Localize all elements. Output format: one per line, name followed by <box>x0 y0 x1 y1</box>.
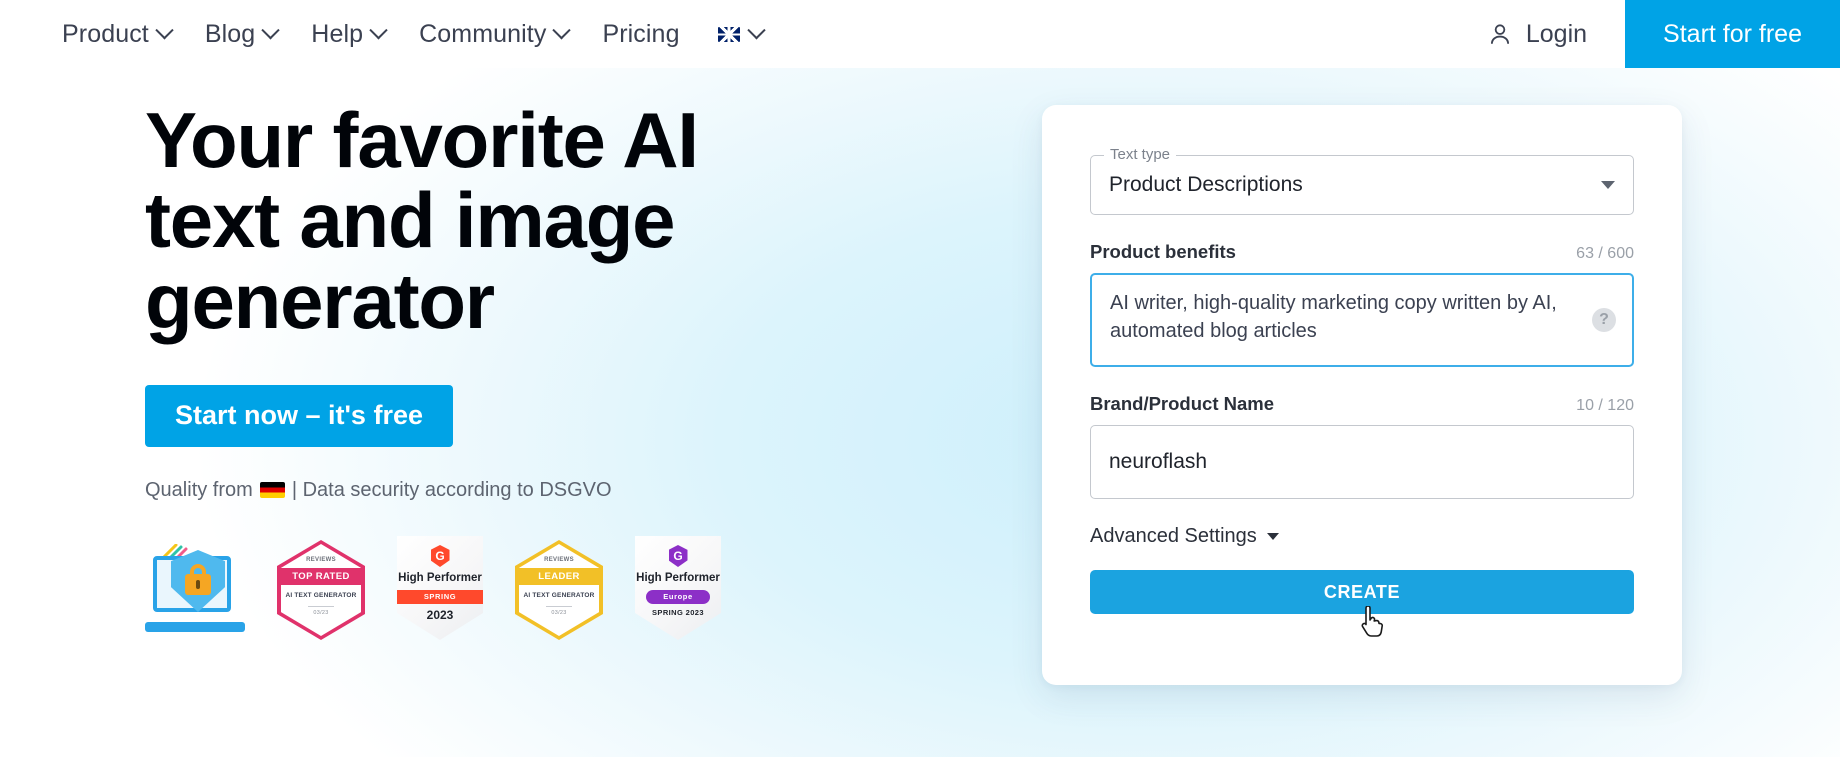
text-type-value: Product Descriptions <box>1109 173 1303 196</box>
nav-item-community[interactable]: Community <box>419 19 572 48</box>
laptop-base <box>145 621 245 632</box>
security-laptop-lock-badge <box>145 540 245 640</box>
badge-strip-label: SPRING <box>397 589 483 604</box>
quality-suffix: | Data security according to DSGVO <box>291 478 612 501</box>
quality-statement: Quality from | Data security according t… <box>145 479 845 502</box>
caret-down-icon <box>1601 181 1615 189</box>
nav-item-help[interactable]: Help <box>311 19 388 48</box>
brand-name-input[interactable]: neuroflash <box>1090 425 1634 499</box>
badge-crown-label: REVIEWS <box>306 556 336 563</box>
login-button[interactable]: Login <box>1487 20 1587 49</box>
chevron-down-icon <box>369 20 388 39</box>
chevron-down-icon <box>552 20 572 39</box>
laptop-shield-lock-icon <box>145 540 245 640</box>
text-type-legend: Text type <box>1104 146 1177 163</box>
g2-high-performer-spring-2023-badge: G High Performer SPRING 2023 <box>397 535 483 640</box>
advanced-settings-toggle[interactable]: Advanced Settings <box>1090 525 1279 548</box>
shield-badge: G High Performer SPRING 2023 <box>397 535 483 640</box>
brand-name-value: neuroflash <box>1109 450 1208 473</box>
nav-item-label: Blog <box>204 19 256 48</box>
nav-item-blog[interactable]: Blog <box>204 19 280 48</box>
product-benefits-input[interactable]: AI writer, high-quality marketing copy w… <box>1090 273 1634 367</box>
divider <box>546 606 572 608</box>
nav-item-label: Pricing <box>602 19 680 48</box>
chevron-down-icon <box>261 20 280 39</box>
hexagon-badge: REVIEWS LEADER AI TEXT GENERATOR 03/23 <box>515 539 603 640</box>
nav-item-label: Community <box>419 19 547 48</box>
main-navigation: Product Blog Help Community Pricing <box>62 19 766 48</box>
badge-title: High Performer <box>398 571 482 584</box>
product-benefits-counter: 63 / 600 <box>1576 245 1634 262</box>
hero-section: Your favorite AI text and image generato… <box>0 68 1840 757</box>
badge-year-label: SPRING 2023 <box>652 607 704 617</box>
uk-flag-icon <box>717 26 740 42</box>
badge-year-label: 2023 <box>426 607 454 622</box>
chevron-down-icon <box>746 20 766 39</box>
g2-leader-badge: REVIEWS LEADER AI TEXT GENERATOR 03/23 <box>515 539 603 640</box>
nav-item-product[interactable]: Product <box>62 19 174 48</box>
badge-score-label: 03/23 <box>551 610 567 617</box>
login-label: Login <box>1525 19 1588 48</box>
g2-top-rated-badge: REVIEWS TOP RATED AI TEXT GENERATOR 03/2… <box>277 539 365 640</box>
site-header: Product Blog Help Community Pricing Logi… <box>0 0 1840 68</box>
start-now-button[interactable]: Start now – it's free <box>145 384 453 447</box>
badge-score-label: 03/23 <box>313 610 329 617</box>
german-flag-icon <box>259 482 285 499</box>
brand-name-counter: 10 / 120 <box>1576 397 1634 414</box>
advanced-settings-label: Advanced Settings <box>1090 525 1257 547</box>
page-title: Your favorite AI text and image generato… <box>145 96 699 345</box>
help-icon[interactable]: ? <box>1592 308 1616 332</box>
text-type-select-wrapper: Text type Product Descriptions <box>1090 146 1634 215</box>
caret-down-icon <box>1266 533 1279 540</box>
g2-logo-icon: G <box>430 544 450 567</box>
nav-item-pricing[interactable]: Pricing <box>602 19 680 48</box>
badge-ribbon-label: LEADER <box>519 567 599 585</box>
brand-name-header: Brand/Product Name 10 / 120 <box>1090 393 1634 415</box>
text-generator-card: Text type Product Descriptions Product b… <box>1042 105 1682 685</box>
hero-left-column: Your favorite AI text and image generato… <box>145 100 845 640</box>
badge-sub-label: AI TEXT GENERATOR <box>523 591 595 599</box>
create-button[interactable]: CREATE <box>1090 570 1634 614</box>
padlock-keyhole <box>196 579 200 589</box>
badge-title: High Performer <box>636 571 720 584</box>
hexagon-badge: REVIEWS TOP RATED AI TEXT GENERATOR 03/2… <box>277 539 365 640</box>
g2-logo-icon: G <box>668 544 688 567</box>
product-benefits-header: Product benefits 63 / 600 <box>1090 241 1634 263</box>
start-for-free-button[interactable]: Start for free <box>1625 0 1840 68</box>
nav-item-label: Product <box>62 19 149 48</box>
product-benefits-value: AI writer, high-quality marketing copy w… <box>1110 292 1557 343</box>
text-type-select[interactable]: Product Descriptions <box>1090 155 1634 215</box>
g2-high-performer-europe-badge: G High Performer Europe SPRING 2023 <box>635 535 721 640</box>
nav-item-label: Help <box>311 19 364 48</box>
quality-prefix: Quality from <box>145 478 253 501</box>
user-icon <box>1490 24 1509 44</box>
chevron-down-icon <box>155 20 174 39</box>
badge-strip-label: Europe <box>646 589 710 604</box>
shield-badge: G High Performer Europe SPRING 2023 <box>635 535 721 640</box>
award-badges: REVIEWS TOP RATED AI TEXT GENERATOR 03/2… <box>145 535 845 640</box>
badge-crown-label: REVIEWS <box>544 556 574 563</box>
divider <box>308 606 334 608</box>
brand-name-label: Brand/Product Name <box>1090 393 1275 414</box>
header-actions: Login Start for free <box>1487 0 1840 68</box>
language-switcher[interactable] <box>717 20 766 42</box>
badge-ribbon-label: TOP RATED <box>281 567 361 585</box>
badge-sub-label: AI TEXT GENERATOR <box>285 591 357 599</box>
product-benefits-label: Product benefits <box>1090 241 1236 262</box>
